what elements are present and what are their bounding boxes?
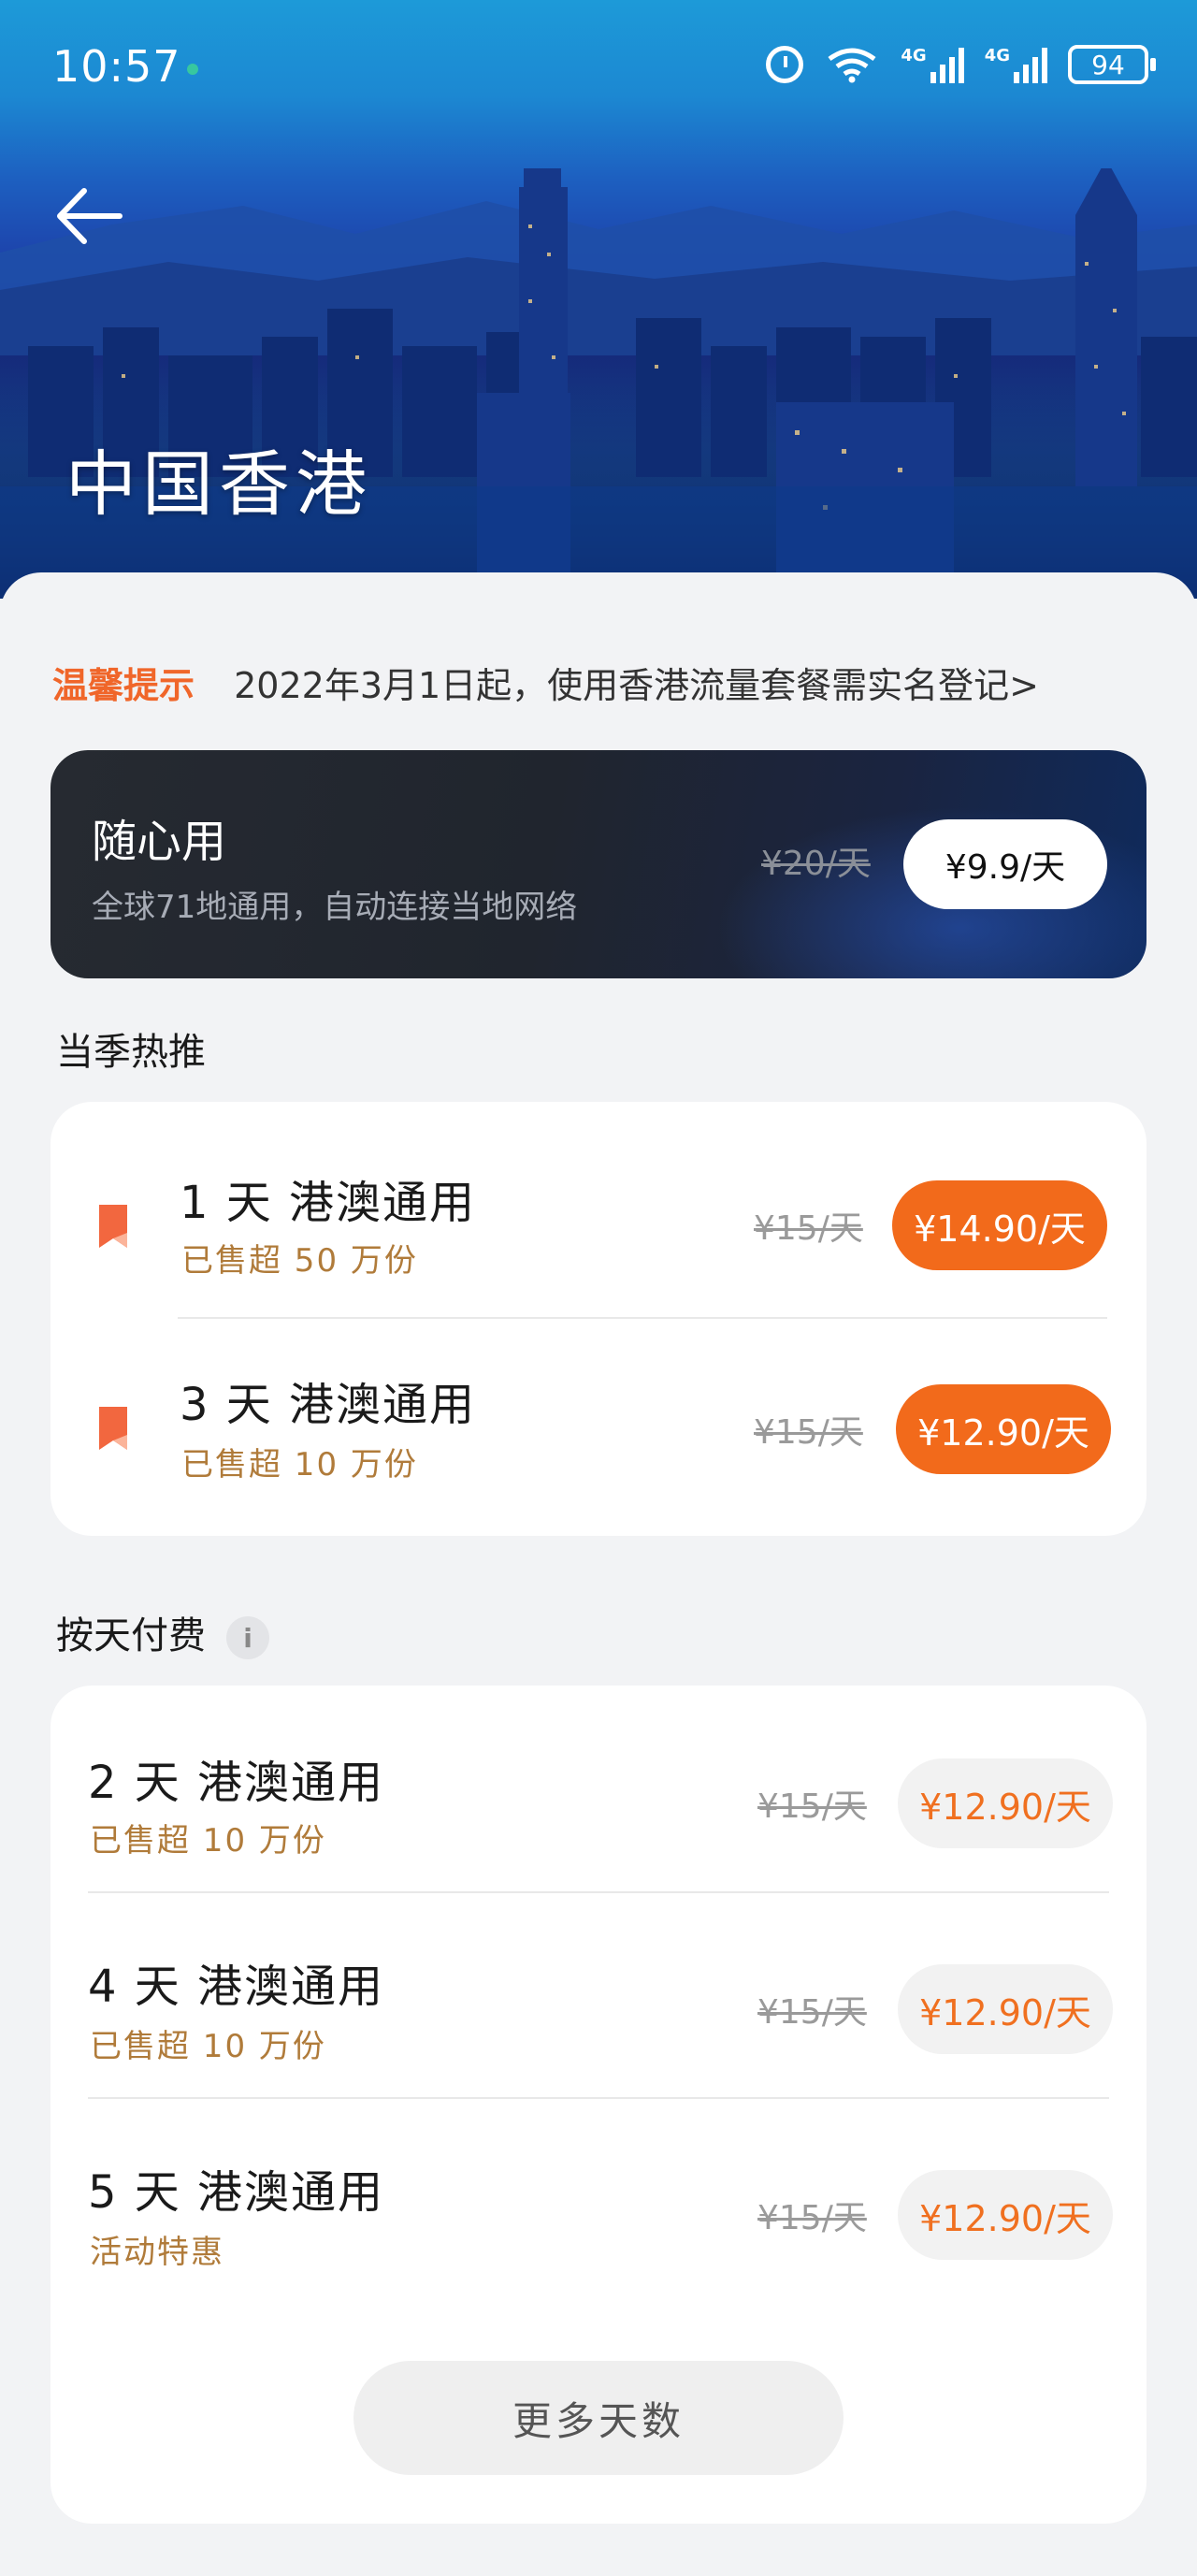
item-name: 3 天 港澳通用 (180, 1379, 477, 1431)
item-original-price: ¥15/天 (754, 1209, 863, 1248)
alarm-icon (766, 46, 804, 83)
hero-banner: 10:57 4G 4G 94 中国香港 (0, 0, 1197, 599)
item-name: 5 天 港澳通用 (88, 2166, 385, 2219)
notice-tag: 温馨提示 (52, 665, 195, 706)
item-name: 4 天 港澳通用 (88, 1961, 385, 2013)
signal-icon: 4G (901, 46, 964, 83)
status-icons: 4G 4G 94 (766, 45, 1156, 84)
buy-button[interactable]: ¥12.90/天 (898, 2170, 1113, 2260)
promo-title: 随心用 (92, 816, 227, 868)
item-name: 1 天 港澳通用 (180, 1177, 477, 1229)
wifi-icon (828, 48, 876, 83)
daily-card: 2 天 港澳通用 已售超 10 万份 ¥15/天 ¥12.90/天 4 天 港澳… (50, 1686, 1147, 2524)
notice-text[interactable]: 2022年3月1日起，使用香港流量套餐需实名登记> (234, 665, 1039, 706)
buy-button[interactable]: ¥12.90/天 (898, 1758, 1113, 1848)
content-panel: 温馨提示 2022年3月1日起，使用香港流量套餐需实名登记> 随心用 全球71地… (0, 572, 1197, 2576)
list-item[interactable]: 4 天 港澳通用 已售超 10 万份 ¥15/天 ¥12.90/天 (50, 1891, 1147, 2097)
hot-card: 1 天 港澳通用 已售超 50 万份 ¥15/天 ¥14.90/天 3 天 港澳… (50, 1102, 1147, 1536)
item-sold: 活动特惠 (90, 2234, 224, 2271)
signal-icon-2: 4G (985, 46, 1047, 83)
buy-button[interactable]: ¥12.90/天 (898, 1964, 1113, 2054)
item-sold: 已售超 50 万份 (181, 1242, 418, 1280)
list-item[interactable]: 3 天 港澳通用 已售超 10 万份 ¥15/天 ¥12.90/天 (50, 1319, 1147, 1525)
list-item[interactable]: 5 天 港澳通用 活动特惠 ¥15/天 ¥12.90/天 (50, 2097, 1147, 2303)
section-title-hot: 当季热推 (56, 1031, 206, 1074)
item-original-price: ¥15/天 (757, 1993, 867, 2032)
bookmark-icon (99, 1205, 127, 1248)
promo-card[interactable]: 随心用 全球71地通用，自动连接当地网络 ¥20/天 ¥9.9/天 (50, 750, 1147, 978)
notification-dot-icon (187, 64, 198, 75)
item-original-price: ¥15/天 (754, 1413, 863, 1452)
bookmark-icon (99, 1407, 127, 1450)
section-title-daily: 按天付费 i (56, 1605, 269, 1659)
buy-button[interactable]: ¥12.90/天 (896, 1384, 1111, 1474)
item-original-price: ¥15/天 (757, 2199, 867, 2237)
status-time: 10:57 (52, 41, 181, 92)
battery-icon: 94 (1068, 45, 1156, 84)
promo-subtitle: 全球71地通用，自动连接当地网络 (92, 889, 578, 926)
item-original-price: ¥15/天 (757, 1787, 867, 1826)
status-bar: 10:57 4G 4G 94 (0, 0, 1197, 140)
list-item[interactable]: 1 天 港澳通用 已售超 50 万份 ¥15/天 ¥14.90/天 (50, 1111, 1147, 1317)
item-sold: 已售超 10 万份 (90, 1822, 326, 1860)
promo-original-price: ¥20/天 (761, 845, 871, 883)
promo-price-button[interactable]: ¥9.9/天 (903, 819, 1107, 909)
info-icon[interactable]: i (226, 1616, 269, 1659)
notice-banner[interactable]: 温馨提示 2022年3月1日起，使用香港流量套餐需实名登记> (52, 657, 1039, 708)
item-sold: 已售超 10 万份 (90, 2028, 326, 2065)
page-title: 中国香港 (65, 442, 372, 526)
list-item[interactable]: 2 天 港澳通用 已售超 10 万份 ¥15/天 ¥12.90/天 (50, 1686, 1147, 1891)
buy-button[interactable]: ¥14.90/天 (892, 1180, 1107, 1270)
more-days-button[interactable]: 更多天数 (353, 2361, 844, 2475)
back-arrow-icon[interactable] (52, 183, 127, 249)
item-name: 2 天 港澳通用 (88, 1757, 385, 1809)
section-title-daily-label: 按天付费 (56, 1614, 206, 1657)
city-skyline-image (0, 168, 1197, 599)
item-sold: 已售超 10 万份 (181, 1446, 418, 1483)
